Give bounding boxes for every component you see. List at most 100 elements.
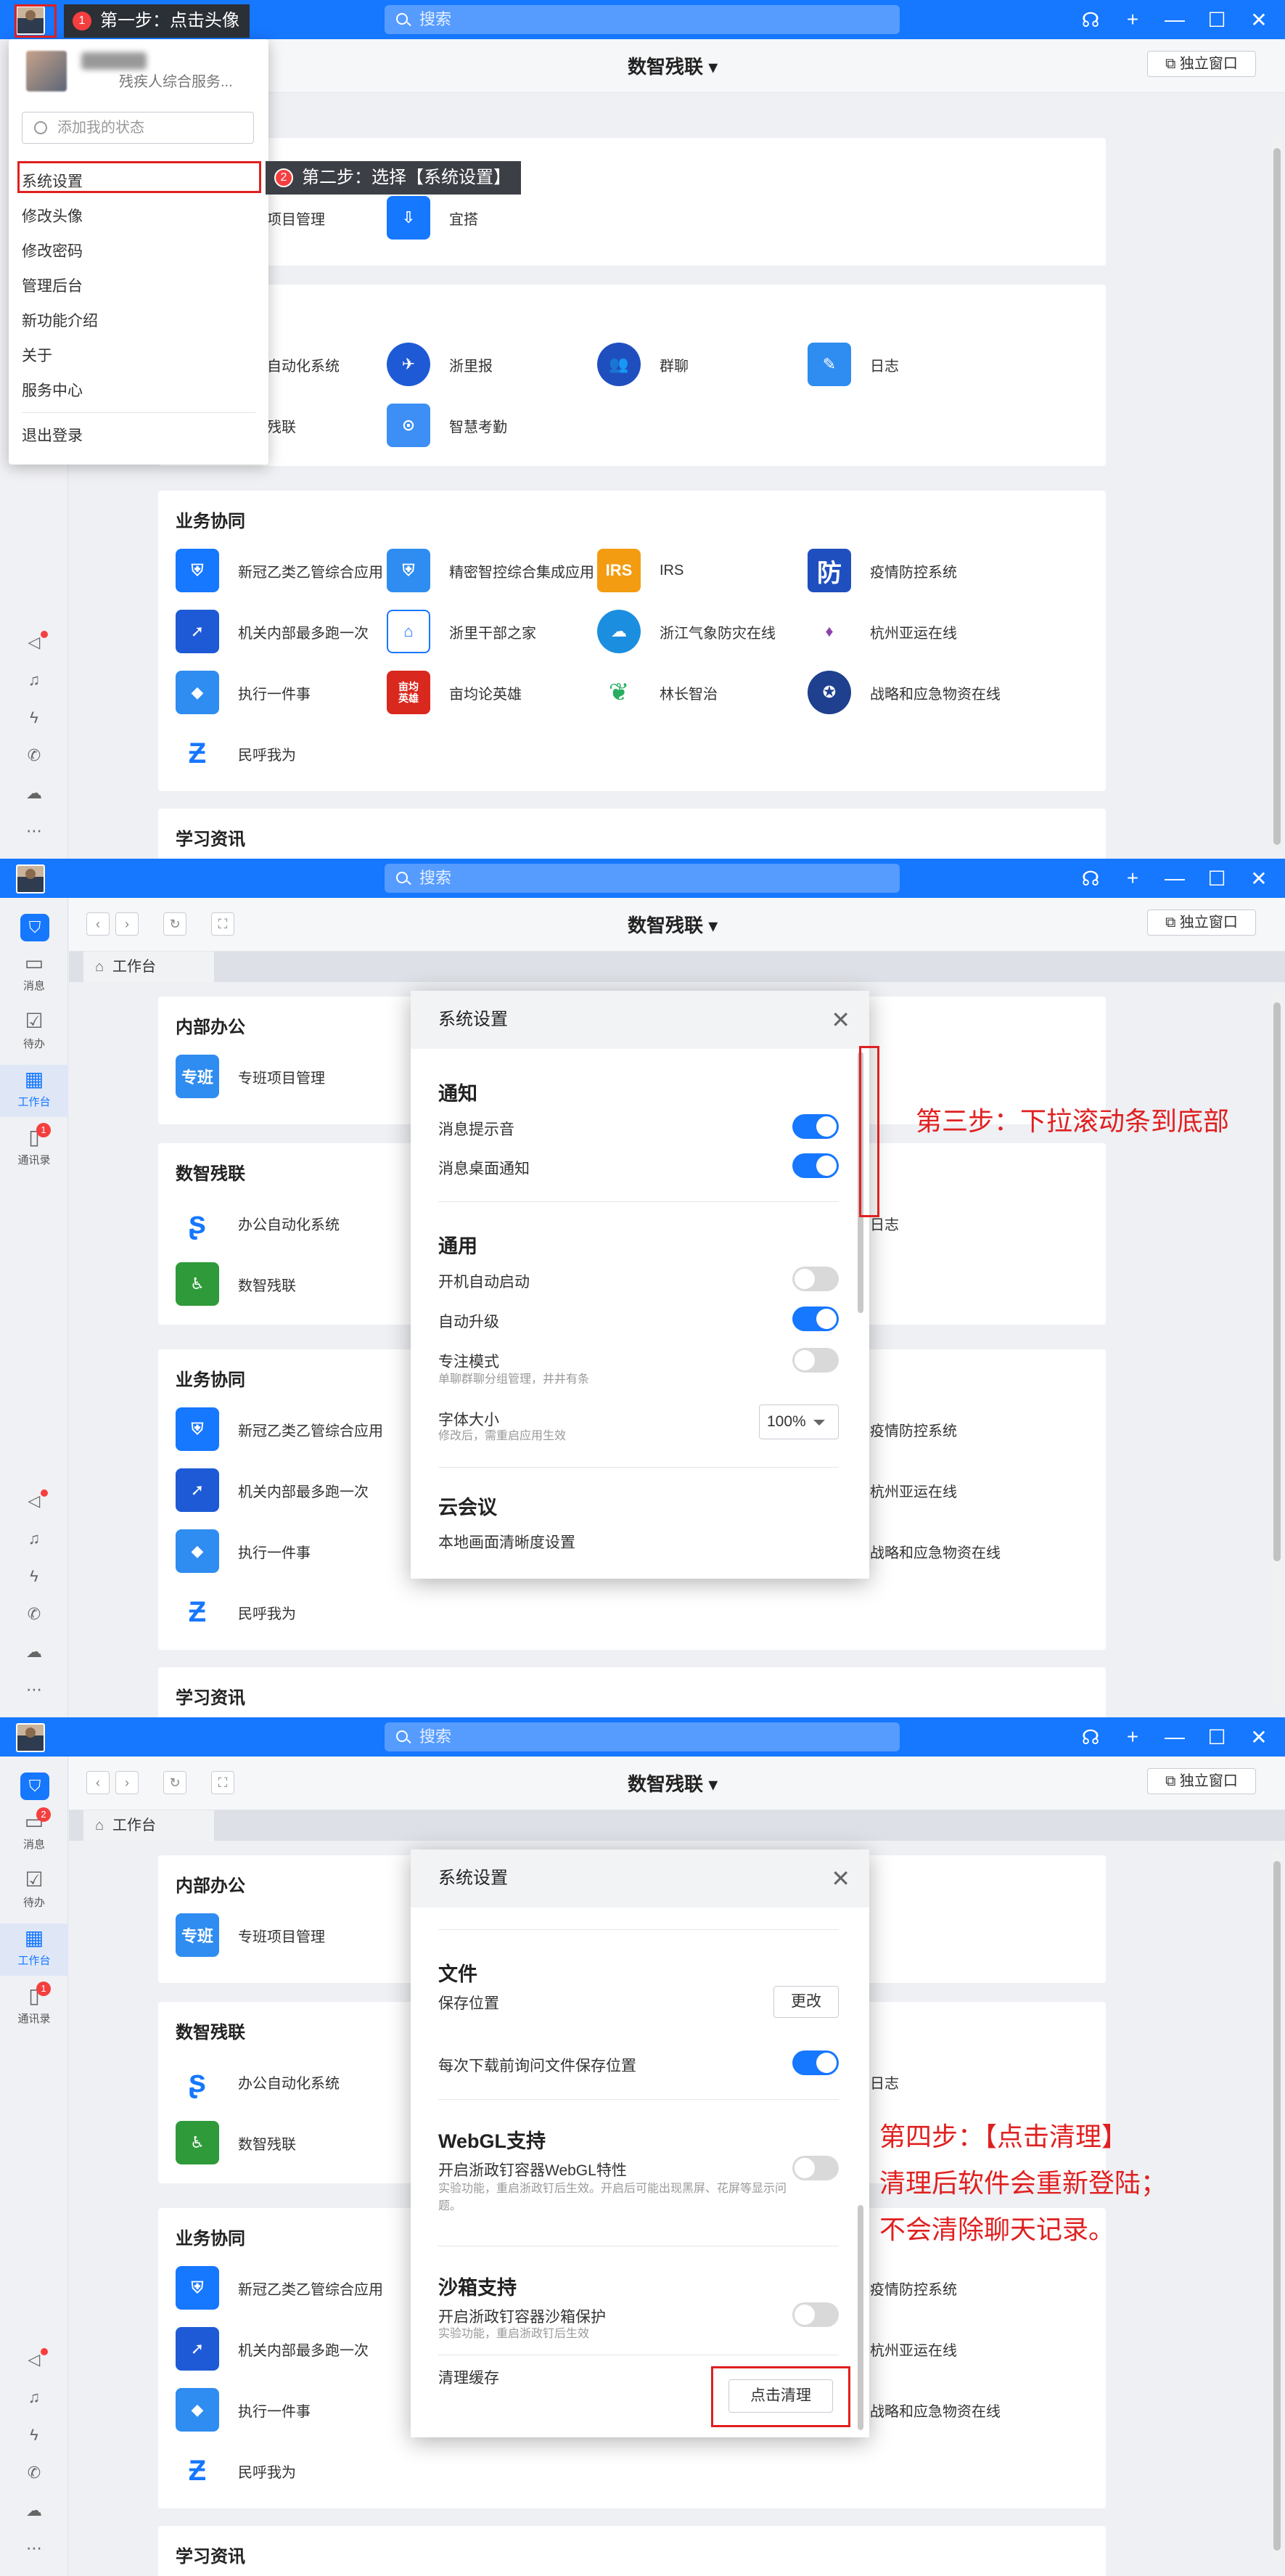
app-covid[interactable]: ⛨ 新冠乙类乙管综合应用 [176,2266,383,2310]
menu-logout[interactable]: 退出登录 [22,424,83,446]
maximize-icon[interactable]: ☐ [1204,1725,1230,1749]
app-precise-control[interactable]: ⛨ 精密智控综合集成应用 [387,549,594,592]
minimize-icon[interactable]: — [1162,8,1188,31]
phone-icon[interactable]: ✆ [0,1595,68,1633]
app-minhu[interactable]: Ƶ 民呼我为 [176,1590,296,1634]
app-emergency[interactable]: ✪ 战略和应急物资在线 [808,671,1001,714]
app-zhuanban[interactable]: 专班 专班项目管理 [176,1913,325,1957]
nav-messages[interactable]: ▭ 消息 [0,949,68,1001]
app-group-chat[interactable]: 👥 群聊 [597,343,689,386]
menu-change-avatar[interactable]: 修改头像 [22,205,83,226]
close-icon[interactable]: ✕ [1246,867,1272,891]
status-input[interactable]: 添加我的状态 [22,112,254,144]
refresh-button[interactable]: ↻ [163,1771,186,1794]
nav-workbench[interactable]: ▦ 工作台 [0,1065,68,1117]
independent-window-button[interactable]: ⧉ 独立窗口 [1147,1768,1256,1794]
search-box[interactable]: 搜索 [385,864,900,893]
lightning-icon[interactable]: ϟ [0,699,68,737]
plus-icon[interactable]: + [1120,867,1146,890]
forward-button[interactable]: › [115,912,139,936]
app-office-automation[interactable]: ʂ 办公自动化系统 [176,2060,340,2103]
app-zheli-report[interactable]: ✈ 浙里报 [387,343,493,386]
dialog-close-icon[interactable]: ✕ [831,991,850,1049]
app-covid[interactable]: ⛨ 新冠乙类乙管综合应用 [176,1407,383,1451]
phone-icon[interactable]: ✆ [0,2454,68,2492]
back-button[interactable]: ‹ [86,912,110,936]
app-minhu[interactable]: Ƶ 民呼我为 [176,2449,296,2493]
app-cadre-home[interactable]: ⌂ 浙里干部之家 [387,610,536,653]
app-log[interactable]: ✎ 日志 [808,343,899,386]
bell-icon[interactable]: ♫ [0,661,68,699]
ask-location-toggle[interactable] [792,2050,839,2075]
headset-icon[interactable]: ☊ [1077,8,1104,32]
lightning-icon[interactable]: ϟ [0,1558,68,1595]
app-run-once[interactable]: ➚ 机关内部最多跑一次 [176,610,369,653]
nav-todo[interactable]: ☑ 待办 [0,1865,68,1918]
app-yida[interactable]: ⇩ 宜搭 [387,196,478,240]
maximize-icon[interactable]: ☐ [1204,8,1230,32]
close-icon[interactable]: ✕ [1246,8,1272,32]
back-button[interactable]: ‹ [86,1771,110,1794]
more-icon[interactable]: ⋯ [0,2530,68,2567]
webgl-toggle[interactable] [792,2156,839,2180]
app-run-once[interactable]: ➚ 机关内部最多跑一次 [176,1468,369,1512]
app-covid[interactable]: ⛨ 新冠乙类乙管综合应用 [176,549,383,592]
tab-workbench[interactable]: ⌂ 工作台 [83,952,214,982]
search-box[interactable]: 搜索 [385,1722,900,1751]
dialog-close-icon[interactable]: ✕ [831,1849,850,1908]
tab-workbench[interactable]: ⌂ 工作台 [83,1810,214,1841]
user-avatar[interactable] [16,1723,45,1752]
announce-icon[interactable]: ◁ [0,623,68,661]
close-icon[interactable]: ✕ [1246,1725,1272,1749]
sandbox-toggle[interactable] [792,2302,839,2327]
minimize-icon[interactable]: — [1162,867,1188,890]
menu-about[interactable]: 关于 [22,344,52,366]
focus-toggle[interactable] [792,1348,839,1373]
cloud-icon[interactable]: ☁ [0,2492,68,2530]
app-weather[interactable]: ☁ 浙江气象防灾在线 [597,610,776,653]
app-one-thing[interactable]: ◆ 执行一件事 [176,2388,311,2432]
lightning-icon[interactable]: ϟ [0,2416,68,2454]
app-one-thing[interactable]: ◆ 执行一件事 [176,671,311,714]
nav-messages[interactable]: ▭ 消息 2 [0,1807,68,1860]
page-scrollbar[interactable] [1272,134,1282,845]
window-title[interactable]: 数智残联 ▾ [628,911,718,938]
headset-icon[interactable]: ☊ [1077,1725,1104,1749]
more-icon[interactable]: ⋯ [0,1671,68,1709]
sound-toggle[interactable] [792,1114,839,1139]
cloud-icon[interactable]: ☁ [0,774,68,812]
nav-contacts[interactable]: ▯ 通讯录 1 [0,1982,68,2034]
app-minhu[interactable]: Ƶ 民呼我为 [176,732,296,775]
autoupdate-toggle[interactable] [792,1307,839,1331]
page-scrollbar[interactable] [1272,1851,1282,2562]
bell-icon[interactable]: ♫ [0,2379,68,2416]
app-attendance[interactable]: ⊙ 智慧考勤 [387,404,507,447]
app-office-automation[interactable]: ʂ 办公自动化系统 [176,1201,340,1245]
app-asian-games[interactable]: ♦ 杭州亚运在线 [808,610,957,653]
autostart-toggle[interactable] [792,1267,839,1291]
independent-window-button[interactable]: ⧉ 独立窗口 [1147,909,1256,936]
minimize-icon[interactable]: — [1162,1725,1188,1749]
fontsize-select[interactable]: 100% [759,1404,839,1439]
menu-change-password[interactable]: 修改密码 [22,240,83,261]
app-shuzhi-canlian[interactable]: ♿ 数智残联 [176,2121,296,2164]
fullscreen-button[interactable]: ⛶ [211,912,234,936]
menu-admin[interactable]: 管理后台 [22,274,83,296]
menu-new-features[interactable]: 新功能介绍 [22,309,98,331]
app-epidemic[interactable]: 防 疫情防控系统 [808,549,957,592]
window-title[interactable]: 数智残联 ▾ [628,52,718,79]
cloud-icon[interactable]: ☁ [0,1633,68,1671]
app-one-thing[interactable]: ◆ 执行一件事 [176,1529,311,1573]
forward-button[interactable]: › [115,1771,139,1794]
page-scrollbar[interactable] [1272,992,1282,1704]
plus-icon[interactable]: + [1120,1725,1146,1749]
nav-todo[interactable]: ☑ 待办 [0,1007,68,1059]
phone-icon[interactable]: ✆ [0,737,68,774]
announce-icon[interactable]: ◁ [0,2341,68,2379]
app-zhuanban[interactable]: 专班 专班项目管理 [176,1055,325,1098]
plus-icon[interactable]: + [1120,8,1146,31]
menu-service-center[interactable]: 服务中心 [22,379,83,401]
app-muyun[interactable]: 亩均 英雄 亩均论英雄 [387,671,522,714]
nav-workbench[interactable]: ▦ 工作台 [0,1923,68,1976]
app-shuzhi-canlian[interactable]: ♿ 数智残联 [176,1262,296,1306]
